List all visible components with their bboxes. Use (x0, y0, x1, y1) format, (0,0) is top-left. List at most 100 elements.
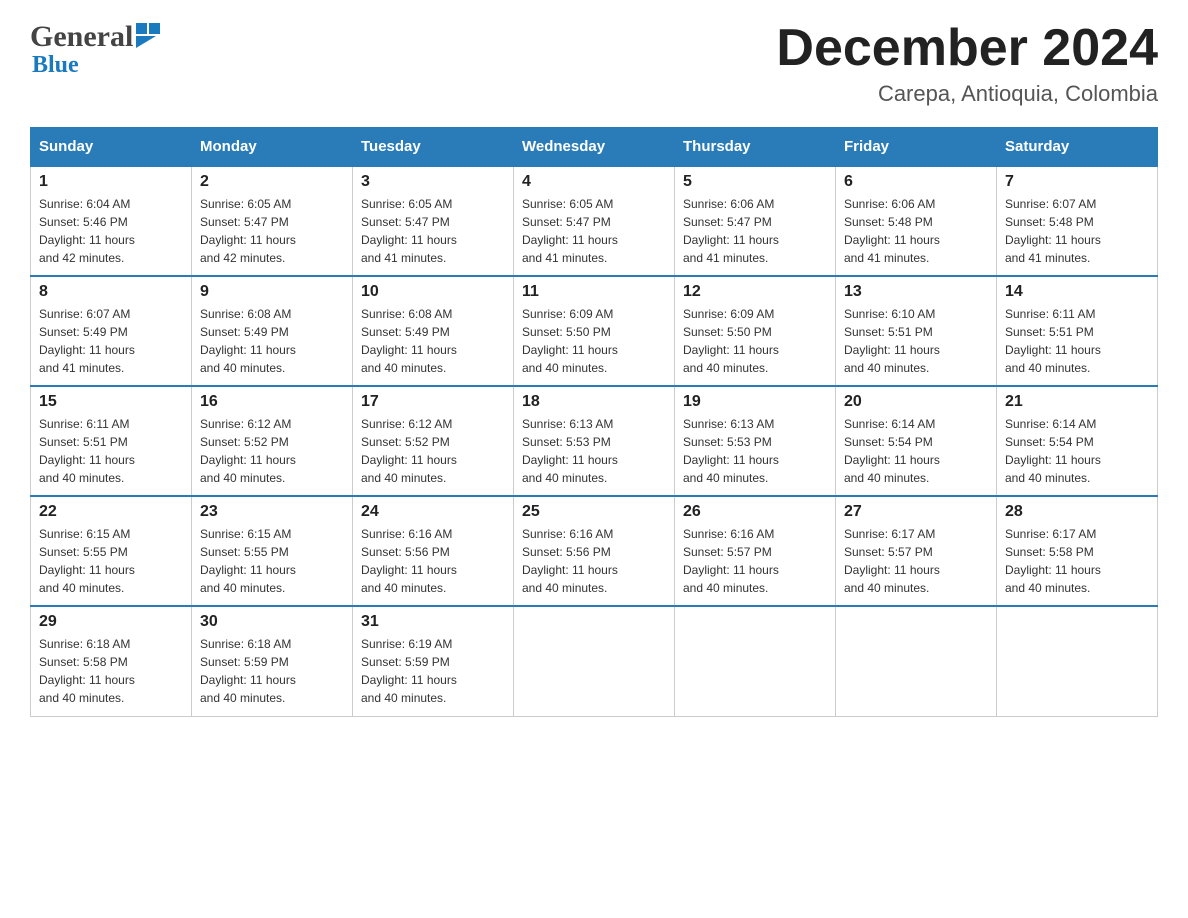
day-info: Sunrise: 6:15 AM Sunset: 5:55 PM Dayligh… (200, 525, 344, 597)
calendar-cell (836, 606, 997, 716)
day-number: 8 (39, 283, 183, 301)
day-number: 20 (844, 393, 988, 411)
day-number: 11 (522, 283, 666, 301)
calendar-cell: 5 Sunrise: 6:06 AM Sunset: 5:47 PM Dayli… (675, 166, 836, 276)
calendar-cell: 11 Sunrise: 6:09 AM Sunset: 5:50 PM Dayl… (514, 276, 675, 386)
week-row-5: 29 Sunrise: 6:18 AM Sunset: 5:58 PM Dayl… (31, 606, 1158, 716)
calendar-cell: 21 Sunrise: 6:14 AM Sunset: 5:54 PM Dayl… (997, 386, 1158, 496)
day-info: Sunrise: 6:19 AM Sunset: 5:59 PM Dayligh… (361, 635, 505, 707)
day-number: 2 (200, 173, 344, 191)
week-row-4: 22 Sunrise: 6:15 AM Sunset: 5:55 PM Dayl… (31, 496, 1158, 606)
day-number: 25 (522, 503, 666, 521)
logo-general-text: General (30, 20, 133, 54)
calendar-cell: 23 Sunrise: 6:15 AM Sunset: 5:55 PM Dayl… (192, 496, 353, 606)
day-info: Sunrise: 6:13 AM Sunset: 5:53 PM Dayligh… (683, 415, 827, 487)
header-col-sunday: Sunday (31, 128, 192, 167)
calendar-cell: 13 Sunrise: 6:10 AM Sunset: 5:51 PM Dayl… (836, 276, 997, 386)
day-number: 16 (200, 393, 344, 411)
header-col-friday: Friday (836, 128, 997, 167)
header-col-thursday: Thursday (675, 128, 836, 167)
calendar-cell: 15 Sunrise: 6:11 AM Sunset: 5:51 PM Dayl… (31, 386, 192, 496)
calendar-cell: 27 Sunrise: 6:17 AM Sunset: 5:57 PM Dayl… (836, 496, 997, 606)
day-info: Sunrise: 6:12 AM Sunset: 5:52 PM Dayligh… (361, 415, 505, 487)
header-col-saturday: Saturday (997, 128, 1158, 167)
day-number: 30 (200, 613, 344, 631)
day-info: Sunrise: 6:05 AM Sunset: 5:47 PM Dayligh… (200, 195, 344, 267)
calendar-cell: 16 Sunrise: 6:12 AM Sunset: 5:52 PM Dayl… (192, 386, 353, 496)
day-number: 6 (844, 173, 988, 191)
day-number: 7 (1005, 173, 1149, 191)
week-row-3: 15 Sunrise: 6:11 AM Sunset: 5:51 PM Dayl… (31, 386, 1158, 496)
calendar-cell: 19 Sunrise: 6:13 AM Sunset: 5:53 PM Dayl… (675, 386, 836, 496)
day-info: Sunrise: 6:15 AM Sunset: 5:55 PM Dayligh… (39, 525, 183, 597)
calendar-cell (675, 606, 836, 716)
day-info: Sunrise: 6:08 AM Sunset: 5:49 PM Dayligh… (361, 305, 505, 377)
calendar-cell: 22 Sunrise: 6:15 AM Sunset: 5:55 PM Dayl… (31, 496, 192, 606)
day-info: Sunrise: 6:07 AM Sunset: 5:48 PM Dayligh… (1005, 195, 1149, 267)
title-block: December 2024 Carepa, Antioquia, Colombi… (776, 20, 1158, 107)
day-info: Sunrise: 6:17 AM Sunset: 5:57 PM Dayligh… (844, 525, 988, 597)
day-info: Sunrise: 6:16 AM Sunset: 5:56 PM Dayligh… (361, 525, 505, 597)
day-number: 10 (361, 283, 505, 301)
day-number: 3 (361, 173, 505, 191)
calendar-cell: 14 Sunrise: 6:11 AM Sunset: 5:51 PM Dayl… (997, 276, 1158, 386)
day-number: 23 (200, 503, 344, 521)
day-info: Sunrise: 6:16 AM Sunset: 5:57 PM Dayligh… (683, 525, 827, 597)
day-info: Sunrise: 6:18 AM Sunset: 5:59 PM Dayligh… (200, 635, 344, 707)
calendar-cell: 17 Sunrise: 6:12 AM Sunset: 5:52 PM Dayl… (353, 386, 514, 496)
calendar-cell: 29 Sunrise: 6:18 AM Sunset: 5:58 PM Dayl… (31, 606, 192, 716)
day-number: 5 (683, 173, 827, 191)
calendar-subtitle: Carepa, Antioquia, Colombia (776, 81, 1158, 107)
week-row-2: 8 Sunrise: 6:07 AM Sunset: 5:49 PM Dayli… (31, 276, 1158, 386)
logo-blue-text: Blue (32, 52, 79, 79)
week-row-1: 1 Sunrise: 6:04 AM Sunset: 5:46 PM Dayli… (31, 166, 1158, 276)
calendar-cell: 8 Sunrise: 6:07 AM Sunset: 5:49 PM Dayli… (31, 276, 192, 386)
day-number: 29 (39, 613, 183, 631)
calendar-cell: 12 Sunrise: 6:09 AM Sunset: 5:50 PM Dayl… (675, 276, 836, 386)
calendar-cell: 3 Sunrise: 6:05 AM Sunset: 5:47 PM Dayli… (353, 166, 514, 276)
day-info: Sunrise: 6:11 AM Sunset: 5:51 PM Dayligh… (39, 415, 183, 487)
day-info: Sunrise: 6:06 AM Sunset: 5:47 PM Dayligh… (683, 195, 827, 267)
day-number: 19 (683, 393, 827, 411)
calendar-cell: 30 Sunrise: 6:18 AM Sunset: 5:59 PM Dayl… (192, 606, 353, 716)
day-info: Sunrise: 6:12 AM Sunset: 5:52 PM Dayligh… (200, 415, 344, 487)
day-number: 9 (200, 283, 344, 301)
calendar-cell: 31 Sunrise: 6:19 AM Sunset: 5:59 PM Dayl… (353, 606, 514, 716)
calendar-title: December 2024 (776, 20, 1158, 77)
calendar-cell: 6 Sunrise: 6:06 AM Sunset: 5:48 PM Dayli… (836, 166, 997, 276)
header-row: SundayMondayTuesdayWednesdayThursdayFrid… (31, 128, 1158, 167)
day-number: 18 (522, 393, 666, 411)
day-info: Sunrise: 6:13 AM Sunset: 5:53 PM Dayligh… (522, 415, 666, 487)
day-info: Sunrise: 6:08 AM Sunset: 5:49 PM Dayligh… (200, 305, 344, 377)
calendar-cell: 20 Sunrise: 6:14 AM Sunset: 5:54 PM Dayl… (836, 386, 997, 496)
calendar-cell: 10 Sunrise: 6:08 AM Sunset: 5:49 PM Dayl… (353, 276, 514, 386)
day-number: 14 (1005, 283, 1149, 301)
logo: General Blue (30, 20, 160, 79)
day-number: 27 (844, 503, 988, 521)
day-info: Sunrise: 6:14 AM Sunset: 5:54 PM Dayligh… (1005, 415, 1149, 487)
day-info: Sunrise: 6:07 AM Sunset: 5:49 PM Dayligh… (39, 305, 183, 377)
calendar-cell: 1 Sunrise: 6:04 AM Sunset: 5:46 PM Dayli… (31, 166, 192, 276)
day-info: Sunrise: 6:10 AM Sunset: 5:51 PM Dayligh… (844, 305, 988, 377)
calendar-cell: 24 Sunrise: 6:16 AM Sunset: 5:56 PM Dayl… (353, 496, 514, 606)
calendar-cell: 9 Sunrise: 6:08 AM Sunset: 5:49 PM Dayli… (192, 276, 353, 386)
day-info: Sunrise: 6:06 AM Sunset: 5:48 PM Dayligh… (844, 195, 988, 267)
day-info: Sunrise: 6:09 AM Sunset: 5:50 PM Dayligh… (683, 305, 827, 377)
header-col-wednesday: Wednesday (514, 128, 675, 167)
day-info: Sunrise: 6:04 AM Sunset: 5:46 PM Dayligh… (39, 195, 183, 267)
day-number: 22 (39, 503, 183, 521)
day-info: Sunrise: 6:14 AM Sunset: 5:54 PM Dayligh… (844, 415, 988, 487)
day-number: 15 (39, 393, 183, 411)
calendar-cell: 2 Sunrise: 6:05 AM Sunset: 5:47 PM Dayli… (192, 166, 353, 276)
day-number: 4 (522, 173, 666, 191)
day-number: 21 (1005, 393, 1149, 411)
day-number: 13 (844, 283, 988, 301)
calendar-cell (997, 606, 1158, 716)
day-number: 26 (683, 503, 827, 521)
calendar-table: SundayMondayTuesdayWednesdayThursdayFrid… (30, 127, 1158, 717)
day-number: 24 (361, 503, 505, 521)
day-info: Sunrise: 6:11 AM Sunset: 5:51 PM Dayligh… (1005, 305, 1149, 377)
calendar-cell: 7 Sunrise: 6:07 AM Sunset: 5:48 PM Dayli… (997, 166, 1158, 276)
calendar-cell: 28 Sunrise: 6:17 AM Sunset: 5:58 PM Dayl… (997, 496, 1158, 606)
day-number: 28 (1005, 503, 1149, 521)
